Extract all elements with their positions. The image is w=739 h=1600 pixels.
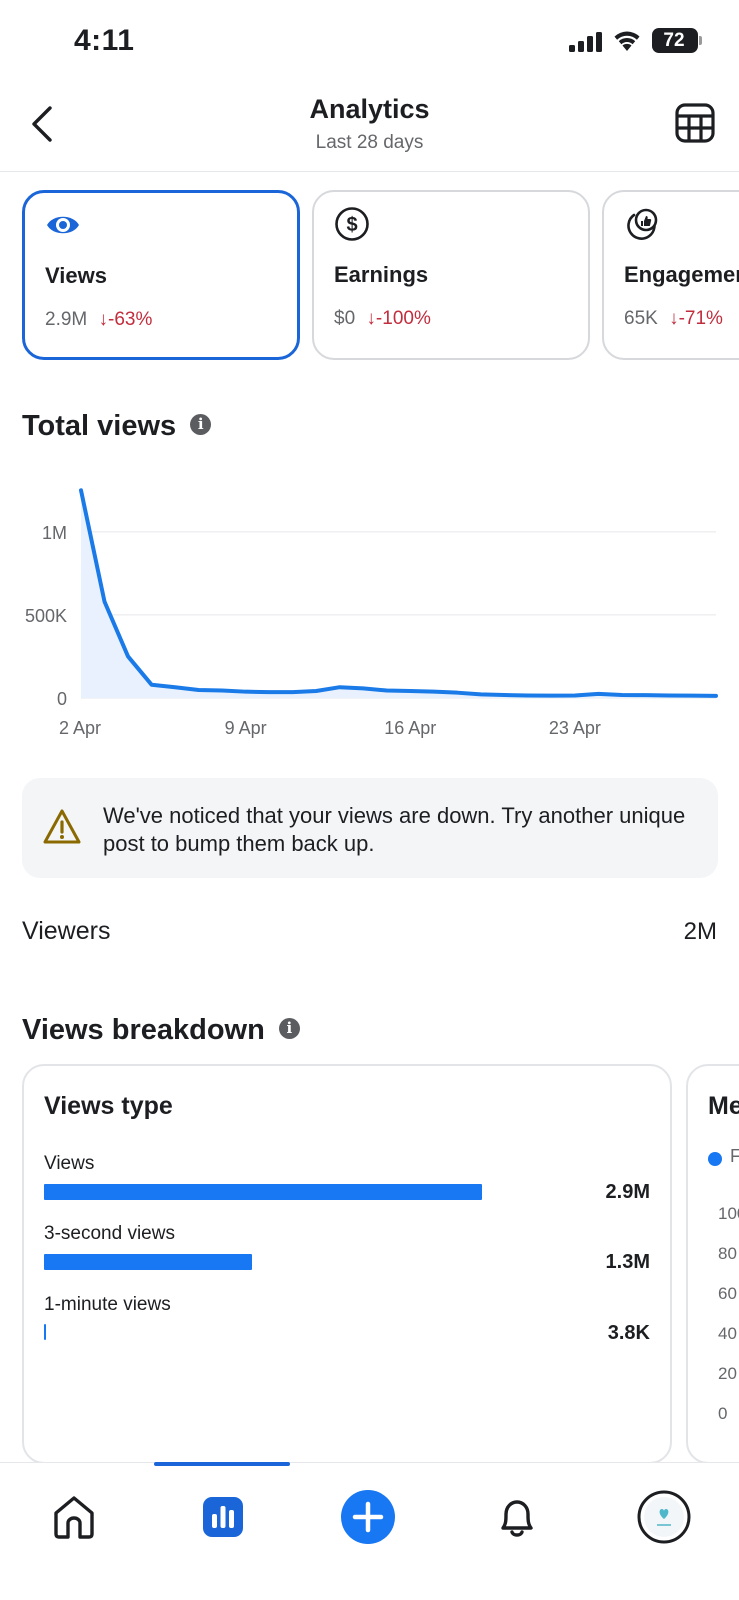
breakdown-card-partial[interactable]: Me F 100 80 60 40 20 0 <box>686 1064 739 1464</box>
partial-card-title: Me <box>708 1092 739 1120</box>
metric-card-value: 2.9M ↓-63% <box>45 309 152 331</box>
metric-cards: Views 2.9M ↓-63% $ Earnings $0 ↓-100% En… <box>0 190 739 362</box>
warning-icon <box>43 809 81 844</box>
metric-card-label: Views <box>45 263 107 288</box>
x-tick-label: 16 Apr <box>384 718 436 738</box>
profile-avatar[interactable] <box>636 1489 692 1545</box>
views-breakdown-title: Views breakdown i <box>22 1014 300 1047</box>
metric-change-value: -100% <box>375 308 431 329</box>
metric-change: ↓-63% <box>99 309 153 330</box>
y-tick: 80 <box>718 1244 737 1263</box>
x-tick-label: 2 Apr <box>59 718 101 738</box>
notifications-icon[interactable] <box>489 1489 545 1545</box>
y-tick: 0 <box>718 1404 728 1423</box>
legend-label: F <box>730 1146 739 1166</box>
three-second-views-value: 1.3M <box>605 1251 650 1273</box>
dollar-icon: $ <box>335 207 369 241</box>
metric-change: ↓-71% <box>669 308 723 329</box>
metric-value: 2.9M <box>45 309 88 330</box>
wifi-icon <box>614 31 640 51</box>
info-icon[interactable]: i <box>190 413 212 435</box>
date-range-subtitle: Last 28 days <box>315 132 424 153</box>
analytics-icon[interactable] <box>195 1489 251 1545</box>
total-views-title: Total views i <box>22 410 212 443</box>
y-tick-label: 0 <box>57 689 67 709</box>
info-icon[interactable]: i <box>278 1017 300 1039</box>
metric-card-engagement[interactable]: Engagement 65K ↓-71% <box>602 190 739 360</box>
views-bar-track <box>44 1184 482 1200</box>
views-area <box>81 490 716 698</box>
cellular-signal-icon <box>569 32 602 52</box>
eye-icon <box>47 216 79 234</box>
views-bar <box>44 1184 482 1200</box>
alert-message: We've noticed that your views are down. … <box>103 803 686 856</box>
views-row-label: Views <box>44 1153 95 1174</box>
y-tick: 20 <box>718 1364 737 1383</box>
one-minute-views-bar <box>44 1324 46 1340</box>
metric-card-views[interactable]: Views 2.9M ↓-63% <box>22 190 300 360</box>
create-icon[interactable] <box>340 1489 396 1545</box>
active-tab-indicator <box>154 1462 290 1466</box>
three-second-views-label: 3-second views <box>44 1223 175 1244</box>
section-title-text: Views breakdown <box>22 1014 265 1046</box>
engagement-icon <box>627 208 658 240</box>
x-tick-label: 23 Apr <box>549 718 601 738</box>
views-row-value: 2.9M <box>605 1181 650 1203</box>
metric-card-value: 65K ↓-71% <box>624 308 723 330</box>
status-time: 4:11 <box>74 24 135 57</box>
metric-card-label: Engagement <box>624 262 739 287</box>
down-arrow-icon: ↓ <box>366 308 376 329</box>
page-title: Analytics <box>309 94 430 124</box>
viewers-label: Viewers <box>22 917 111 945</box>
metric-value: $0 <box>334 308 356 329</box>
metric-change: ↓-100% <box>366 308 430 329</box>
battery-nub <box>699 36 702 45</box>
one-minute-views-bar-track <box>44 1324 482 1340</box>
table-view-icon[interactable] <box>674 102 716 144</box>
y-tick: 60 <box>718 1284 737 1303</box>
header: Analytics Last 28 days <box>0 80 739 172</box>
down-arrow-icon: ↓ <box>669 308 679 329</box>
legend-dot <box>708 1152 722 1166</box>
views-type-title: Views type <box>44 1092 173 1120</box>
y-tick: 100 <box>718 1204 739 1223</box>
battery-level: 72 <box>663 30 685 51</box>
bottom-navigation <box>0 1462 739 1600</box>
down-arrow-icon: ↓ <box>98 309 109 330</box>
metric-change-value: -71% <box>678 308 723 329</box>
one-minute-views-label: 1-minute views <box>44 1294 171 1315</box>
three-second-views-bar <box>44 1254 252 1270</box>
metric-card-value: $0 ↓-100% <box>334 308 431 330</box>
svg-text:$: $ <box>346 214 357 236</box>
metric-card-label: Earnings <box>334 262 429 287</box>
section-title-text: Total views <box>22 410 177 442</box>
battery-indicator: 72 <box>652 28 702 53</box>
views-type-card: Views type Views 2.9M 3-second views 1.3… <box>22 1064 672 1464</box>
three-second-views-bar-track <box>44 1254 482 1270</box>
one-minute-views-value: 3.8K <box>607 1322 650 1344</box>
metric-card-earnings[interactable]: $ Earnings $0 ↓-100% <box>312 190 590 360</box>
total-views-chart: 1M 500K 0 2 Apr 9 Apr 16 Apr 23 Apr <box>25 488 718 738</box>
views-line <box>79 488 718 698</box>
y-tick-label: 1M <box>42 523 67 543</box>
home-icon[interactable] <box>46 1489 102 1545</box>
metric-change-value: -63% <box>108 309 153 330</box>
y-tick: 40 <box>718 1324 737 1343</box>
viewers-value: 2M <box>683 918 717 945</box>
metric-value: 65K <box>624 308 658 329</box>
status-bar: 4:11 72 <box>0 0 739 80</box>
x-tick-label: 9 Apr <box>225 718 267 738</box>
y-tick-label: 500K <box>25 606 67 626</box>
views-down-alert: We've noticed that your views are down. … <box>22 778 718 878</box>
